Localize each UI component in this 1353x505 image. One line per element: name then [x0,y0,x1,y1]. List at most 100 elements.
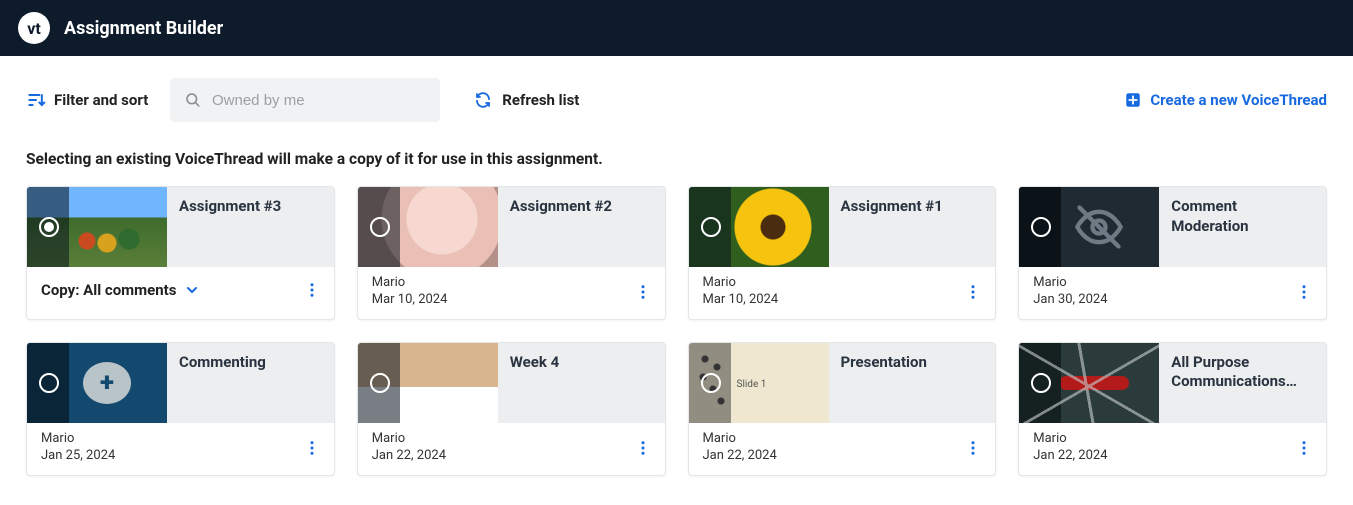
select-radio[interactable] [370,373,390,393]
voicethread-card[interactable]: Slide 1 Presentation Mario Jan 22, 2024 [688,342,997,476]
voicethread-card[interactable]: Assignment #3 Copy: All comments [26,186,335,320]
card-author: Mario [372,431,446,448]
refresh-button[interactable]: Refresh list [474,91,579,109]
copy-dropdown-label: Copy: All comments [41,281,176,299]
filter-sort-label: Filter and sort [54,91,148,109]
search-input[interactable] [212,92,426,109]
card-top: Comment Moderation [1019,187,1326,267]
card-title: All Purpose Communications… [1159,343,1326,423]
card-top: Assignment #1 [689,187,996,267]
card-author: Mario [1033,431,1107,448]
card-meta: Mario Mar 10, 2024 [372,275,448,309]
card-date: Jan 22, 2024 [703,448,777,465]
kebab-icon [964,439,982,457]
more-options-button[interactable] [298,276,326,304]
voicethread-card[interactable]: Assignment #1 Mario Mar 10, 2024 [688,186,997,320]
card-title: Assignment #1 [829,187,996,267]
select-radio[interactable] [39,217,59,237]
card-thumbnail [1019,187,1159,267]
card-meta: Mario Jan 22, 2024 [372,431,446,465]
card-thumbnail [27,187,167,267]
card-top: Week 4 [358,343,665,423]
voicethread-card[interactable]: Week 4 Mario Jan 22, 2024 [357,342,666,476]
card-thumbnail [1019,343,1159,423]
slide-label: Slide 1 [737,379,767,390]
select-radio[interactable] [1031,217,1051,237]
card-top: + Commenting [27,343,334,423]
select-radio[interactable] [701,217,721,237]
card-author: Mario [41,431,115,448]
card-thumbnail [358,187,498,267]
page-title: Assignment Builder [64,18,223,39]
kebab-icon [634,283,652,301]
copy-options-dropdown[interactable]: Copy: All comments [41,277,200,303]
refresh-icon [474,91,492,109]
kebab-icon [303,439,321,457]
toolbar: Filter and sort Refresh list Create a ne… [0,56,1353,122]
filter-sort-icon [26,90,46,110]
more-options-button[interactable] [959,434,987,462]
select-radio[interactable] [1031,373,1051,393]
card-author: Mario [1033,275,1107,292]
card-date: Jan 22, 2024 [1033,448,1107,465]
app-logo: vt [18,12,50,44]
card-top: All Purpose Communications… [1019,343,1326,423]
more-options-button[interactable] [298,434,326,462]
card-title: Assignment #2 [498,187,665,267]
card-meta: Mario Jan 25, 2024 [41,431,115,465]
card-title: Commenting [167,343,334,423]
card-thumbnail: + [27,343,167,423]
card-meta: Mario Jan 22, 2024 [1033,431,1107,465]
kebab-icon [303,281,321,299]
card-thumbnail: Slide 1 [689,343,829,423]
search-container[interactable] [170,78,440,122]
card-date: Jan 30, 2024 [1033,292,1107,309]
voicethread-card[interactable]: All Purpose Communications… Mario Jan 22… [1018,342,1327,476]
more-options-button[interactable] [1290,434,1318,462]
card-title: Week 4 [498,343,665,423]
voicethread-card[interactable]: Assignment #2 Mario Mar 10, 2024 [357,186,666,320]
card-date: Mar 10, 2024 [372,292,448,309]
card-date: Jan 25, 2024 [41,448,115,465]
kebab-icon [634,439,652,457]
select-radio[interactable] [370,217,390,237]
card-thumbnail [689,187,829,267]
filter-sort-button[interactable]: Filter and sort [26,90,148,110]
more-options-button[interactable] [1290,278,1318,306]
card-top: Assignment #3 [27,187,334,267]
plus-square-icon [1124,91,1142,109]
card-thumbnail [358,343,498,423]
more-options-button[interactable] [629,434,657,462]
card-author: Mario [372,275,448,292]
search-icon [184,90,202,110]
create-label: Create a new VoiceThread [1150,91,1327,109]
select-radio[interactable] [701,373,721,393]
card-meta: Mario Jan 30, 2024 [1033,275,1107,309]
card-grid: Assignment #3 Copy: All comments Assignm… [0,178,1353,500]
instruction-text: Selecting an existing VoiceThread will m… [0,122,1353,178]
more-options-button[interactable] [629,278,657,306]
voicethread-card[interactable]: + Commenting Mario Jan 25, 2024 [26,342,335,476]
card-title: Comment Moderation [1159,187,1326,267]
card-date: Mar 10, 2024 [703,292,779,309]
card-title: Assignment #3 [167,187,334,267]
card-top: Assignment #2 [358,187,665,267]
card-date: Jan 22, 2024 [372,448,446,465]
kebab-icon [964,283,982,301]
voicethread-card[interactable]: Comment Moderation Mario Jan 30, 2024 [1018,186,1327,320]
create-voicethread-button[interactable]: Create a new VoiceThread [1124,91,1327,109]
card-top: Slide 1 Presentation [689,343,996,423]
app-header: vt Assignment Builder [0,0,1353,56]
card-author: Mario [703,431,777,448]
chevron-down-icon [184,282,200,298]
select-radio[interactable] [39,373,59,393]
card-meta: Mario Mar 10, 2024 [703,275,779,309]
card-meta: Mario Jan 22, 2024 [703,431,777,465]
comment-plus-icon: + [83,362,131,404]
card-author: Mario [703,275,779,292]
more-options-button[interactable] [959,278,987,306]
hidden-icon [1073,201,1125,253]
refresh-label: Refresh list [502,91,579,109]
kebab-icon [1295,439,1313,457]
kebab-icon [1295,283,1313,301]
